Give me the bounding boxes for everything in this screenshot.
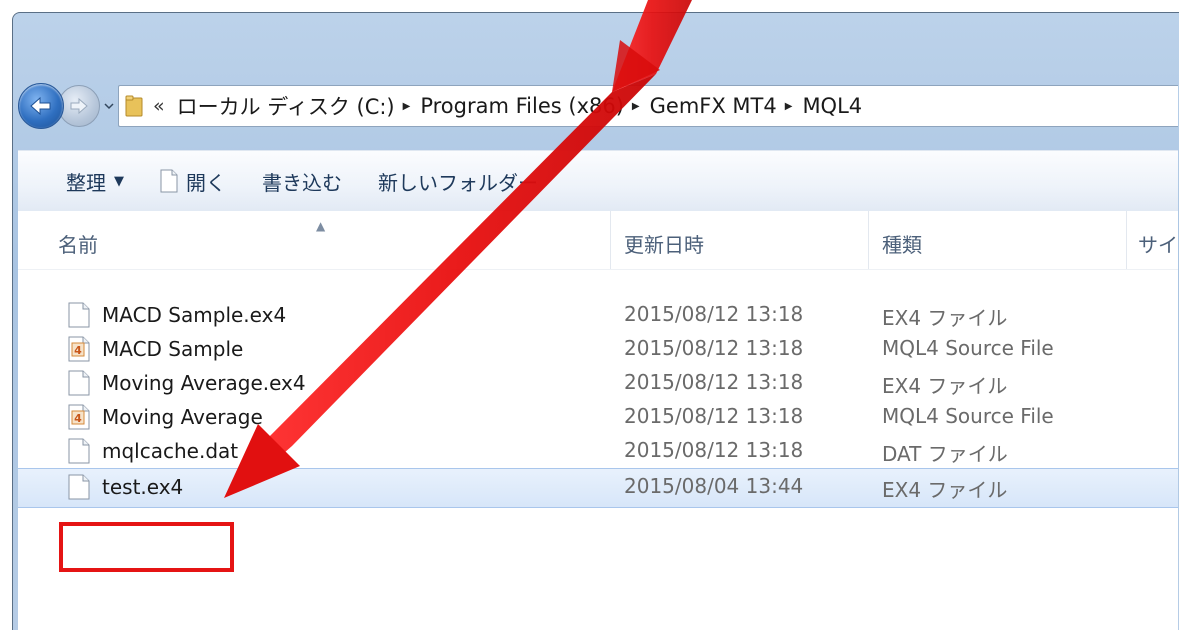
file-type: EX4 ファイル	[882, 374, 1008, 398]
column-divider[interactable]	[610, 211, 611, 269]
caret-down-icon: ▼	[114, 173, 124, 189]
column-header-size[interactable]: サイ	[1138, 229, 1178, 258]
file-date: 2015/08/12 13:18	[624, 302, 804, 326]
svg-text:4: 4	[74, 344, 82, 357]
arrow-left-icon	[30, 96, 51, 116]
file-date: 2015/08/12 13:18	[624, 336, 804, 360]
organize-label: 整理	[66, 170, 106, 195]
file-type: EX4 ファイル	[882, 478, 1008, 502]
table-row-selected[interactable]: test.ex4 2015/08/04 13:44 EX4 ファイル	[18, 468, 1178, 508]
column-header-row: 名前 ▲ 更新日時 種類 サイ	[18, 211, 1178, 270]
breadcrumb-overflow-icon[interactable]: «	[153, 95, 165, 117]
new-folder-label: 新しいフォルダー	[378, 170, 538, 195]
blank-file-icon	[68, 302, 90, 328]
mql4-file-icon: 4	[68, 404, 90, 430]
address-bar[interactable]: « ローカル ディスク (C:) ▶ Program Files (x86) ▶…	[118, 85, 1178, 127]
file-name: MACD Sample	[102, 337, 244, 361]
table-row[interactable]: mqlcache.dat 2015/08/12 13:18 DAT ファイル	[18, 434, 1178, 468]
breadcrumb-separator-icon[interactable]: ▶	[785, 101, 793, 112]
column-header-date[interactable]: 更新日時	[624, 229, 704, 258]
file-name-cell: mqlcache.dat	[68, 438, 238, 464]
recent-pages-dropdown[interactable]	[102, 96, 116, 116]
chevron-down-icon	[104, 103, 114, 110]
mql4-file-icon: 4	[68, 336, 90, 362]
file-type: MQL4 Source File	[882, 404, 1054, 428]
open-button[interactable]: 開く	[160, 167, 226, 196]
burn-label: 書き込む	[262, 170, 342, 195]
blank-file-icon	[68, 474, 90, 500]
file-type: EX4 ファイル	[882, 306, 1008, 330]
breadcrumb-separator-icon[interactable]: ▶	[403, 101, 411, 112]
burn-button[interactable]: 書き込む	[262, 167, 342, 196]
file-date: 2015/08/12 13:18	[624, 404, 804, 428]
file-date: 2015/08/12 13:18	[624, 438, 804, 462]
file-name-cell: test.ex4	[68, 474, 183, 500]
file-name-cell: Moving Average.ex4	[68, 370, 306, 396]
file-name: MACD Sample.ex4	[102, 303, 287, 327]
blank-file-icon	[68, 370, 90, 396]
screenshot: « ローカル ディスク (C:) ▶ Program Files (x86) ▶…	[0, 0, 1179, 630]
breadcrumb-mql4[interactable]: MQL4	[802, 94, 862, 118]
file-type: DAT ファイル	[882, 442, 1008, 466]
organize-button[interactable]: 整理 ▼	[66, 167, 124, 196]
table-row[interactable]: 4 MACD Sample 2015/08/12 13:18 MQL4 Sour…	[18, 332, 1178, 366]
file-date: 2015/08/04 13:44	[624, 474, 804, 498]
table-row[interactable]: Moving Average.ex4 2015/08/12 13:18 EX4 …	[18, 366, 1178, 400]
open-label: 開く	[186, 170, 226, 195]
table-row[interactable]: MACD Sample.ex4 2015/08/12 13:18 EX4 ファイ…	[18, 298, 1178, 332]
file-name: mqlcache.dat	[102, 439, 239, 463]
file-date: 2015/08/12 13:18	[624, 370, 804, 394]
svg-text:4: 4	[74, 412, 82, 425]
file-name-cell: MACD Sample.ex4	[68, 302, 286, 328]
column-divider[interactable]	[868, 211, 869, 269]
breadcrumb-gemfx[interactable]: GemFX MT4	[650, 94, 777, 118]
file-name-cell: 4 Moving Average	[68, 404, 263, 430]
column-header-name[interactable]: 名前	[58, 229, 98, 258]
column-divider[interactable]	[1126, 211, 1127, 269]
arrow-right-icon	[70, 97, 88, 115]
back-button[interactable]	[18, 83, 64, 129]
file-list-pane: 名前 ▲ 更新日時 種類 サイ MACD Sample.ex4 2015/08/…	[18, 211, 1178, 630]
table-row[interactable]: 4 Moving Average 2015/08/12 13:18 MQL4 S…	[18, 400, 1178, 434]
blank-file-icon	[68, 438, 90, 464]
command-bar: 整理 ▼ 開く 書き込む 新しいフォルダー	[18, 150, 1178, 212]
forward-button[interactable]	[58, 85, 100, 127]
column-header-type[interactable]: 種類	[882, 229, 922, 258]
navigation-bar: « ローカル ディスク (C:) ▶ Program Files (x86) ▶…	[18, 78, 1178, 134]
file-rows: MACD Sample.ex4 2015/08/12 13:18 EX4 ファイ…	[18, 298, 1178, 508]
title-bar[interactable]	[13, 13, 1179, 83]
sort-ascending-icon: ▲	[316, 219, 326, 233]
file-name: Moving Average	[102, 405, 263, 429]
file-name: Moving Average.ex4	[102, 371, 306, 395]
new-folder-button[interactable]: 新しいフォルダー	[378, 167, 538, 196]
breadcrumb-local-disk[interactable]: ローカル ディスク (C:)	[177, 91, 395, 121]
breadcrumb-program-files[interactable]: Program Files (x86)	[420, 94, 624, 118]
folder-icon	[125, 95, 143, 117]
file-type: MQL4 Source File	[882, 336, 1054, 360]
document-icon	[160, 169, 178, 193]
file-name-cell: 4 MACD Sample	[68, 336, 243, 362]
breadcrumb-separator-icon[interactable]: ▶	[632, 101, 640, 112]
file-name: test.ex4	[102, 475, 184, 499]
